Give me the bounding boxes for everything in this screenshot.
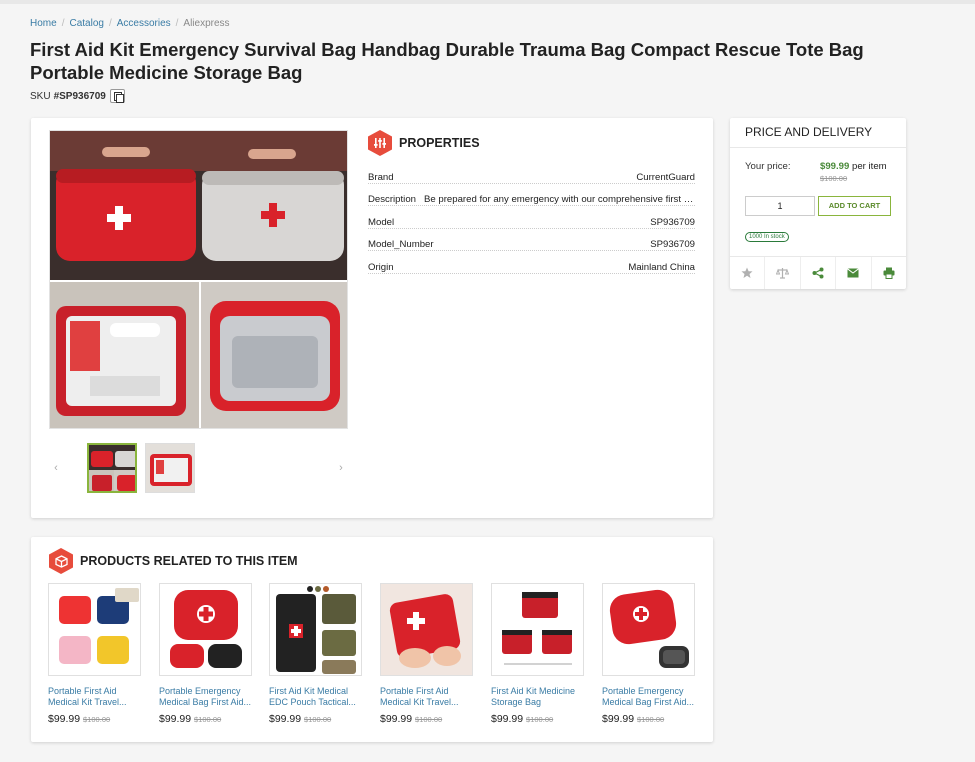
property-key: Origin — [368, 261, 398, 273]
thumbnail-2[interactable] — [145, 443, 195, 493]
breadcrumb-home[interactable]: Home — [30, 18, 57, 29]
per-item-label: per item — [852, 161, 887, 172]
related-product-price-line: $99.99 $100.00 — [380, 713, 473, 725]
breadcrumb: Home / Catalog / Accessories / Aliexpress — [30, 18, 230, 29]
related-product-name[interactable]: Portable First Aid Medical Kit Travel... — [48, 686, 141, 707]
divider — [730, 147, 906, 148]
property-value: SP936709 — [646, 216, 695, 228]
breadcrumb-accessories[interactable]: Accessories — [117, 18, 171, 29]
price-delivery-card: PRICE AND DELIVERY Your price: $99.99 pe… — [730, 118, 906, 289]
related-product-price-line: $99.99 $100.00 — [602, 713, 695, 725]
related-product[interactable]: Portable First Aid Medical Kit Travel...… — [380, 583, 473, 725]
product-card: ‹ › PROPERTIES Brand CurrentGuard Descrip… — [31, 118, 713, 518]
your-price-label: Your price: — [745, 161, 791, 172]
compare-icon[interactable] — [765, 257, 801, 289]
related-product-price: $99.99 — [491, 713, 524, 725]
related-product[interactable]: Portable First Aid Medical Kit Travel...… — [48, 583, 141, 725]
property-value: CurrentGuard — [632, 171, 695, 183]
property-key: Brand — [368, 171, 398, 183]
property-value: Be prepared for any emergency with our c… — [420, 194, 695, 206]
related-product-old-price: $100.00 — [304, 715, 332, 724]
related-product-image[interactable] — [380, 583, 473, 676]
related-product-old-price: $100.00 — [194, 715, 222, 724]
related-product[interactable]: First Aid Kit Medical EDC Pouch Tactical… — [269, 583, 362, 725]
property-row: Brand CurrentGuard — [368, 166, 695, 189]
related-product-price: $99.99 — [269, 713, 302, 725]
price-delivery-title: PRICE AND DELIVERY — [745, 125, 873, 139]
property-value: Mainland China — [624, 261, 695, 273]
top-border — [0, 0, 975, 4]
properties-title: PROPERTIES — [399, 136, 480, 150]
related-products-card: PRODUCTS RELATED TO THIS ITEM Portable F… — [31, 537, 713, 742]
breadcrumb-current: Aliexpress — [183, 18, 230, 29]
related-product[interactable]: First Aid Kit Medicine Storage Bag Porta… — [491, 583, 584, 725]
property-key: Model_Number — [368, 239, 438, 251]
thumbnail-1[interactable] — [87, 443, 137, 493]
property-row: Model SP936709 — [368, 211, 695, 234]
star-icon[interactable] — [730, 257, 766, 289]
print-icon[interactable] — [872, 257, 906, 289]
related-product-name[interactable]: First Aid Kit Medicine Storage Bag Porta… — [491, 686, 584, 707]
action-bar — [730, 256, 906, 289]
chevron-left-icon[interactable]: ‹ — [49, 461, 63, 475]
chevron-right-icon[interactable]: › — [334, 461, 348, 475]
property-key: Description — [368, 194, 420, 206]
quantity-input[interactable]: 1 — [745, 196, 815, 216]
related-header: PRODUCTS RELATED TO THIS ITEM — [49, 548, 298, 574]
related-product-image[interactable] — [602, 583, 695, 676]
breadcrumb-catalog[interactable]: Catalog — [69, 18, 103, 29]
related-product-name[interactable]: Portable Emergency Medical Bag First Aid… — [602, 686, 695, 707]
related-product[interactable]: Portable Emergency Medical Bag First Aid… — [602, 583, 695, 725]
current-price: $99.99 — [820, 161, 850, 172]
related-product-old-price: $100.00 — [415, 715, 443, 724]
related-product-price-line: $99.99 $100.00 — [48, 713, 141, 725]
stock-badge: 1000 In stock — [745, 232, 789, 242]
price-box: $99.99 per item $100.00 — [820, 161, 887, 183]
thumbnail-1-image — [89, 445, 135, 491]
related-product-price: $99.99 — [602, 713, 635, 725]
thumbnail-strip: ‹ › — [49, 443, 348, 493]
sku-line: SKU #SP936709 — [30, 89, 125, 103]
related-product-image[interactable] — [269, 583, 362, 676]
related-product-price: $99.99 — [159, 713, 192, 725]
related-product-price-line: $99.99 $100.00 — [269, 713, 362, 725]
related-product-name[interactable]: Portable Emergency Medical Bag First Aid… — [159, 686, 252, 707]
related-product-image[interactable] — [48, 583, 141, 676]
sku-value: #SP936709 — [53, 90, 106, 102]
sku-label: SKU — [30, 90, 51, 102]
related-product-image[interactable] — [491, 583, 584, 676]
share-icon[interactable] — [801, 257, 837, 289]
related-product-name[interactable]: First Aid Kit Medical EDC Pouch Tactical… — [269, 686, 362, 707]
related-product-old-price: $100.00 — [526, 715, 554, 724]
property-key: Model — [368, 216, 399, 228]
property-value: SP936709 — [646, 239, 695, 251]
properties-icon — [368, 130, 392, 156]
first-aid-bags-photo — [50, 131, 347, 428]
related-product-price-line: $99.99 $100.00 — [491, 713, 584, 725]
properties-panel: PROPERTIES Brand CurrentGuard Description… — [368, 130, 695, 279]
mail-icon[interactable] — [836, 257, 872, 289]
page-title: First Aid Kit Emergency Survival Bag Han… — [30, 39, 864, 83]
related-product[interactable]: Portable Emergency Medical Bag First Aid… — [159, 583, 252, 725]
related-title: PRODUCTS RELATED TO THIS ITEM — [80, 554, 298, 568]
related-product-old-price: $100.00 — [83, 715, 111, 724]
related-product-name[interactable]: Portable First Aid Medical Kit Travel... — [380, 686, 473, 707]
add-to-cart-button[interactable]: ADD TO CART — [818, 196, 891, 216]
cube-icon — [49, 548, 73, 574]
copy-sku-button[interactable] — [109, 89, 125, 103]
related-product-price: $99.99 — [48, 713, 81, 725]
related-product-price: $99.99 — [380, 713, 413, 725]
thumbnail-2-image — [146, 444, 194, 492]
property-row: Description Be prepared for any emergency… — [368, 189, 695, 212]
properties-header: PROPERTIES — [368, 130, 695, 156]
main-product-image[interactable] — [49, 130, 348, 429]
related-product-price-line: $99.99 $100.00 — [159, 713, 252, 725]
property-row: Origin Mainland China — [368, 256, 695, 279]
property-row: Model_Number SP936709 — [368, 234, 695, 257]
related-product-old-price: $100.00 — [637, 715, 665, 724]
old-price: $100.00 — [820, 174, 848, 183]
related-product-image[interactable] — [159, 583, 252, 676]
